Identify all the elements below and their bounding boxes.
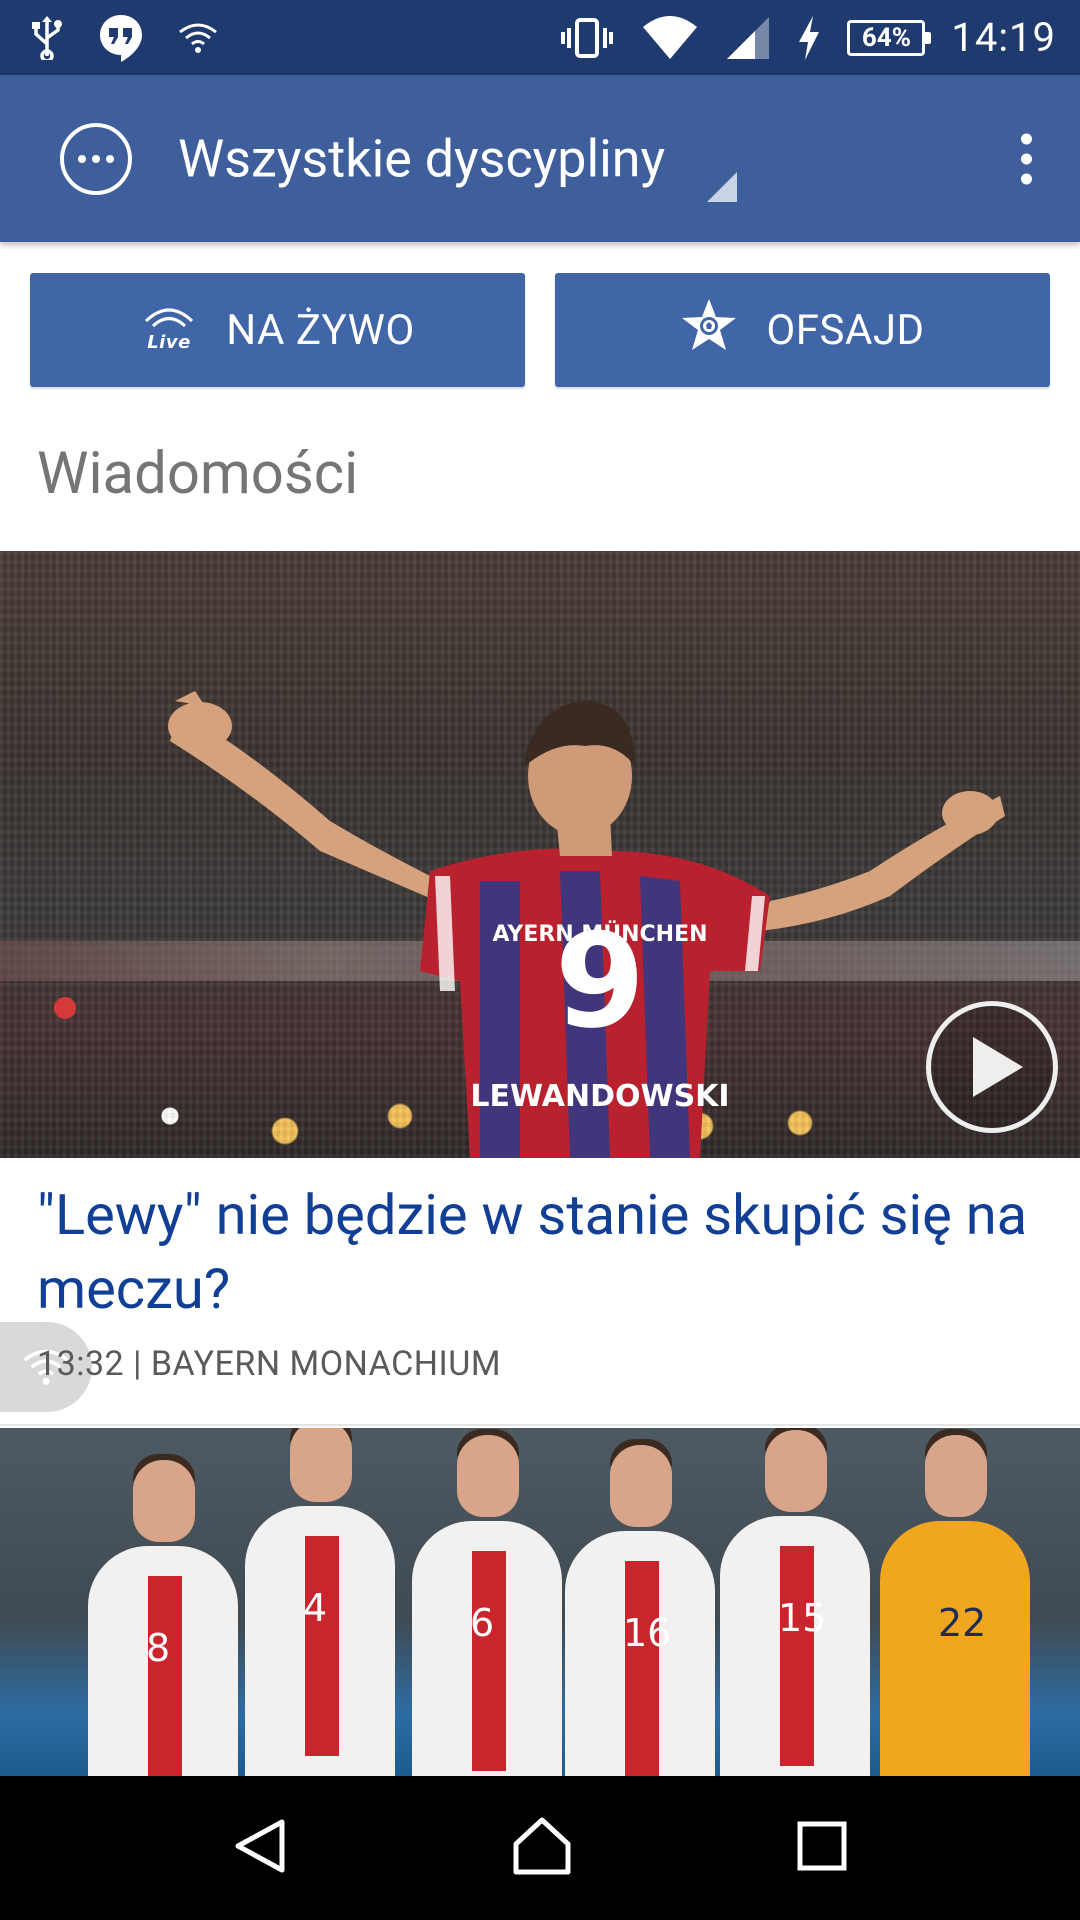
live-icon: Live: [140, 299, 198, 362]
team-photo-image: 8 4 6 16 15 22: [0, 1428, 1080, 1776]
navigation-bar: [0, 1776, 1080, 1920]
more-circle-icon[interactable]: [60, 122, 132, 195]
app-bar: Wszystkie dyscypliny: [0, 75, 1080, 242]
player: 15: [720, 1428, 870, 1776]
overflow-menu-icon[interactable]: [1021, 133, 1032, 184]
charging-icon: [797, 15, 821, 60]
offside-button[interactable]: OFSAJD: [555, 273, 1050, 387]
article-meta: 13:32 | BAYERN MONACHIUM: [37, 1344, 502, 1384]
star-ball-icon: [680, 297, 738, 364]
article-image-2[interactable]: 8 4 6 16 15 22: [0, 1428, 1080, 1776]
play-icon: [973, 1037, 1023, 1097]
hangouts-icon: [98, 13, 144, 63]
status-right-icons: 64% 14:19: [559, 14, 1056, 61]
battery-indicator: 64%: [847, 19, 932, 56]
back-icon[interactable]: [230, 1816, 290, 1880]
discipline-dropdown[interactable]: Wszystkie dyscypliny: [178, 128, 665, 189]
recents-icon[interactable]: [794, 1818, 850, 1878]
live-button-label: NA ŻYWO: [226, 305, 415, 355]
player-celebrating-image: 9 LEWANDOWSKI AYERN MÜNCHEN: [54, 691, 1005, 1158]
divider: [0, 1424, 1080, 1426]
article-image[interactable]: 9 LEWANDOWSKI AYERN MÜNCHEN: [0, 551, 1080, 1158]
usb-icon: [30, 15, 64, 60]
player: 4: [245, 1428, 395, 1776]
player: 16: [565, 1439, 715, 1776]
home-icon[interactable]: [510, 1816, 574, 1880]
wifi-icon: [178, 22, 218, 54]
signal-icon: [725, 15, 771, 61]
offside-button-label: OFSAJD: [766, 305, 925, 355]
play-video-button[interactable]: [926, 1001, 1058, 1133]
svg-text:Live: Live: [147, 332, 191, 351]
status-bar: 64% 14:19: [0, 0, 1080, 75]
dropdown-arrow-icon[interactable]: [707, 172, 737, 202]
vibrate-icon: [559, 17, 615, 58]
player: 8: [88, 1454, 238, 1776]
live-button[interactable]: Live NA ŻYWO: [30, 273, 525, 387]
player: 6: [412, 1429, 562, 1776]
wifi-strong-icon: [641, 15, 699, 61]
player: 22: [880, 1429, 1030, 1776]
status-left-icons: [30, 13, 218, 63]
svg-text:LEWANDOWSKI: LEWANDOWSKI: [470, 1079, 729, 1114]
clock: 14:19: [951, 14, 1056, 61]
article-headline[interactable]: "Lewy" nie będzie w stanie skupić się na…: [37, 1178, 1047, 1326]
section-title: Wiadomości: [37, 440, 359, 508]
svg-text:AYERN MÜNCHEN: AYERN MÜNCHEN: [492, 921, 707, 947]
